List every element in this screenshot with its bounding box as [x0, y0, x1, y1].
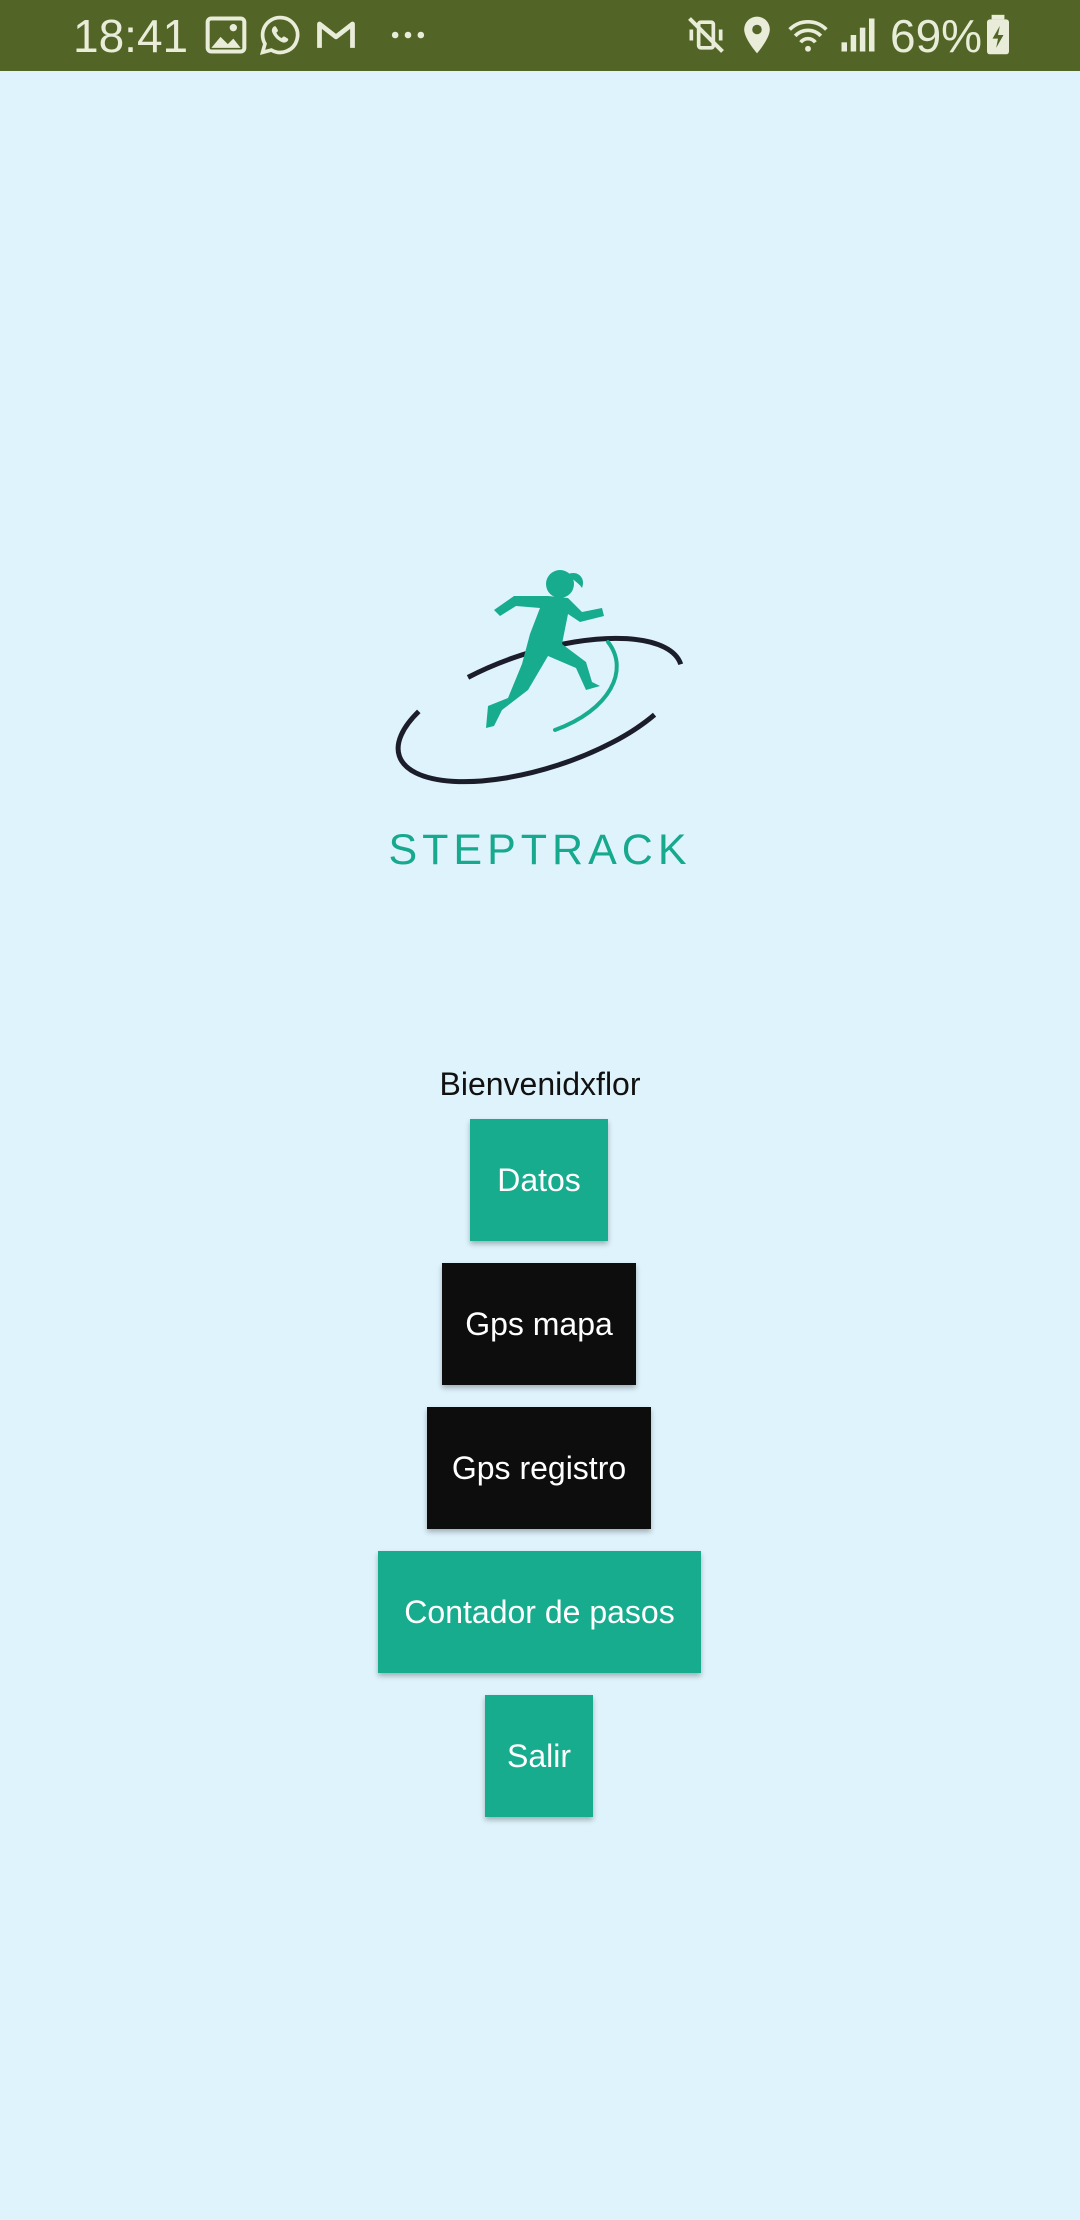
salir-button[interactable]: Salir: [485, 1695, 593, 1817]
whatsapp-icon: [258, 13, 302, 57]
battery-percentage: 69%: [890, 10, 983, 62]
mute-vibrate-icon: [684, 13, 728, 57]
gallery-icon: [204, 13, 248, 57]
status-time: 18:41: [73, 10, 189, 62]
status-bar: 18:41 69%: [0, 0, 1080, 71]
runner-logo-icon: [390, 560, 690, 800]
welcome-text: Bienvenidxflor: [439, 1066, 641, 1102]
contador-de-pasos-button[interactable]: Contador de pasos: [378, 1551, 701, 1673]
location-icon: [735, 13, 779, 57]
wifi-icon: [786, 13, 830, 57]
gps-mapa-button[interactable]: Gps mapa: [442, 1263, 636, 1385]
gmail-icon: [314, 13, 358, 57]
more-dots-icon: [386, 13, 430, 57]
datos-button[interactable]: Datos: [470, 1119, 608, 1241]
signal-icon: [836, 13, 880, 57]
battery-charging-icon: [976, 13, 1020, 57]
gps-registro-button[interactable]: Gps registro: [427, 1407, 651, 1529]
app-brand-name: STEPTRACK: [388, 826, 692, 874]
